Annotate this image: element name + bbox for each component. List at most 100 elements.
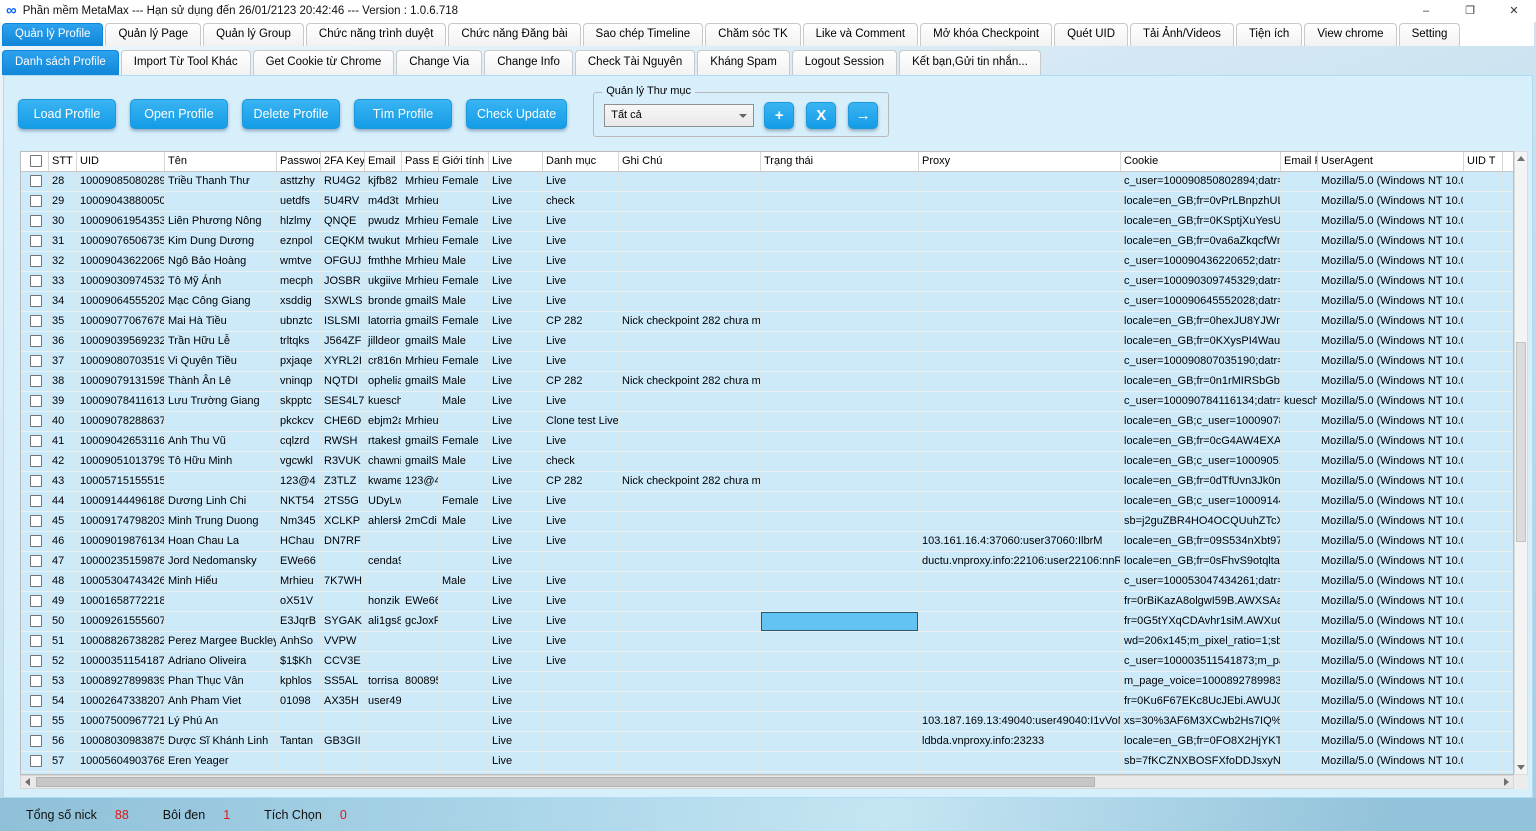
cell-proxy[interactable] [919, 652, 1121, 671]
cell-ten[interactable]: Ngô Bảo Hoàng [165, 252, 277, 271]
cell-passem[interactable] [402, 652, 439, 671]
cell-email[interactable]: chawni [365, 452, 402, 471]
cell-proxy[interactable] [919, 432, 1121, 451]
cell-check[interactable] [21, 572, 49, 591]
tab-tai-anh-videos[interactable]: Tải Ảnh/Videos [1130, 23, 1234, 46]
cell-emailr[interactable] [1281, 492, 1318, 511]
cell-cookie[interactable]: fr=0G5tYXqCDAvhr1siM.AWXuCxPg [1121, 612, 1281, 631]
tab-quet-uid[interactable]: Quét UID [1054, 23, 1128, 46]
cell-uid[interactable]: 100016587722187 [77, 592, 165, 611]
cell-live[interactable]: Live [489, 572, 543, 591]
cell-live[interactable]: Live [489, 372, 543, 391]
cell-cookie[interactable]: c_user=100090784116134;datr=XK [1121, 392, 1281, 411]
cell-ten[interactable]: Hoan Chau La [165, 532, 277, 551]
cell-emailr[interactable] [1281, 552, 1318, 571]
table-row[interactable]: 53100089278998394Phan Thục VânkphlosSS5A… [21, 672, 1513, 692]
cell-password[interactable]: mecph [277, 272, 321, 291]
cell-cookie[interactable]: c_user=100003511541873;m_page_ [1121, 652, 1281, 671]
scroll-down-button[interactable] [1515, 762, 1527, 774]
cell-emailr[interactable] [1281, 472, 1318, 491]
cell-stt[interactable]: 30 [49, 212, 77, 231]
cell-fa2[interactable]: GB3GII [321, 732, 365, 751]
cell-live[interactable]: Live [489, 212, 543, 231]
cell-password[interactable] [277, 712, 321, 731]
cell-email[interactable]: twukut [365, 232, 402, 251]
cell-passem[interactable] [402, 732, 439, 751]
cell-fa2[interactable]: 5U4RV [321, 192, 365, 211]
cell-email[interactable]: bronde [365, 292, 402, 311]
cell-proxy[interactable]: 103.187.169.13:49040:user49040:I1vVoN9f6… [919, 712, 1121, 731]
cell-passem[interactable] [402, 392, 439, 411]
cell-email[interactable]: ukgiive [365, 272, 402, 291]
row-checkbox[interactable] [30, 415, 42, 427]
cell-trangthai[interactable] [761, 452, 919, 471]
cell-uid[interactable]: 100080309838756 [77, 732, 165, 751]
cell-check[interactable] [21, 472, 49, 491]
cell-passem[interactable]: Mrhieu [402, 232, 439, 251]
cell-check[interactable] [21, 452, 49, 471]
cell-danhmuc[interactable]: Live [543, 532, 619, 551]
cell-live[interactable]: Live [489, 232, 543, 251]
row-checkbox[interactable] [30, 495, 42, 507]
cell-passem[interactable]: 123@4 [402, 472, 439, 491]
header-uid[interactable]: UID [77, 152, 165, 171]
cell-live[interactable]: Live [489, 592, 543, 611]
cell-ghichu[interactable]: Nick checkpoint 282 chưa mở [619, 472, 761, 491]
cell-emailr[interactable] [1281, 212, 1318, 231]
cell-uid[interactable]: 100053047434261 [77, 572, 165, 591]
cell-check[interactable] [21, 632, 49, 651]
cell-proxy[interactable] [919, 372, 1121, 391]
cell-gioitinh[interactable]: Female [439, 272, 489, 291]
row-checkbox[interactable] [30, 175, 42, 187]
cell-check[interactable] [21, 232, 49, 251]
cell-stt[interactable]: 28 [49, 172, 77, 191]
cell-email[interactable]: ophelia [365, 372, 402, 391]
cell-danhmuc[interactable]: Live [543, 292, 619, 311]
cell-uidt[interactable] [1464, 352, 1503, 371]
tab-tien-ich[interactable]: Tiện ích [1236, 23, 1302, 46]
cell-fa2[interactable]: JOSBR [321, 272, 365, 291]
cell-useragent[interactable]: Mozilla/5.0 (Windows NT 10.0; Win [1318, 392, 1464, 411]
table-row[interactable]: 31100090765067350Kim Dung DươngeznpolCEQ… [21, 232, 1513, 252]
delete-profile-button[interactable]: Delete Profile [242, 99, 340, 129]
cell-cookie[interactable]: locale=en_GB;fr=0n1rMIRSbGbMPj [1121, 372, 1281, 391]
cell-passem[interactable] [402, 632, 439, 651]
row-checkbox[interactable] [30, 355, 42, 367]
table-row[interactable]: 36100090395692328Trần Hữu LễtrltqksJ564Z… [21, 332, 1513, 352]
cell-email[interactable] [365, 732, 402, 751]
cell-cookie[interactable]: locale=en_GB;fr=0hexJU8YJWnCIM [1121, 312, 1281, 331]
cell-trangthai[interactable] [761, 672, 919, 691]
cell-ten[interactable]: Eren Yeager [165, 752, 277, 771]
horizontal-scrollbar[interactable] [20, 775, 1514, 789]
cell-password[interactable]: vgcwkl [277, 452, 321, 471]
header-email[interactable]: Email [365, 152, 402, 171]
cell-useragent[interactable]: Mozilla/5.0 (Windows NT 10.0; Win [1318, 272, 1464, 291]
cell-uid[interactable]: 100090850802894 [77, 172, 165, 191]
cell-ghichu[interactable] [619, 352, 761, 371]
cell-proxy[interactable] [919, 212, 1121, 231]
cell-danhmuc[interactable]: Live [543, 572, 619, 591]
cell-stt[interactable]: 56 [49, 732, 77, 751]
cell-cookie[interactable]: locale=en_GB;fr=0dTfUvn3Jk0nHjsL [1121, 472, 1281, 491]
cell-passem[interactable]: Mrhieu [402, 172, 439, 191]
cell-useragent[interactable]: Mozilla/5.0 (Windows NT 10.0; Win [1318, 352, 1464, 371]
cell-trangthai[interactable] [761, 472, 919, 491]
cell-danhmuc[interactable]: check [543, 192, 619, 211]
table-row[interactable]: 50100092615556076E3JqrBSYGAKali1gs8gcJox… [21, 612, 1513, 632]
cell-email[interactable] [365, 712, 402, 731]
tab-setting[interactable]: Setting [1399, 23, 1461, 46]
cell-passem[interactable]: Mrhieu [402, 352, 439, 371]
cell-stt[interactable]: 43 [49, 472, 77, 491]
cell-gioitinh[interactable]: Female [439, 432, 489, 451]
row-checkbox[interactable] [30, 295, 42, 307]
cell-gioitinh[interactable]: Male [439, 512, 489, 531]
cell-stt[interactable]: 29 [49, 192, 77, 211]
cell-check[interactable] [21, 692, 49, 711]
cell-cookie[interactable]: locale=en_GB;fr=09S534nXbt97sXI [1121, 532, 1281, 551]
cell-uid[interactable]: 100090791315987 [77, 372, 165, 391]
cell-uid[interactable]: 100090784116134 [77, 392, 165, 411]
cell-live[interactable]: Live [489, 252, 543, 271]
cell-cookie[interactable]: xs=30%3AF6M3XCwb2Hs7IQ%3A2 [1121, 712, 1281, 731]
cell-passem[interactable]: gmailS [402, 292, 439, 311]
cell-email[interactable]: UDyLw [365, 492, 402, 511]
